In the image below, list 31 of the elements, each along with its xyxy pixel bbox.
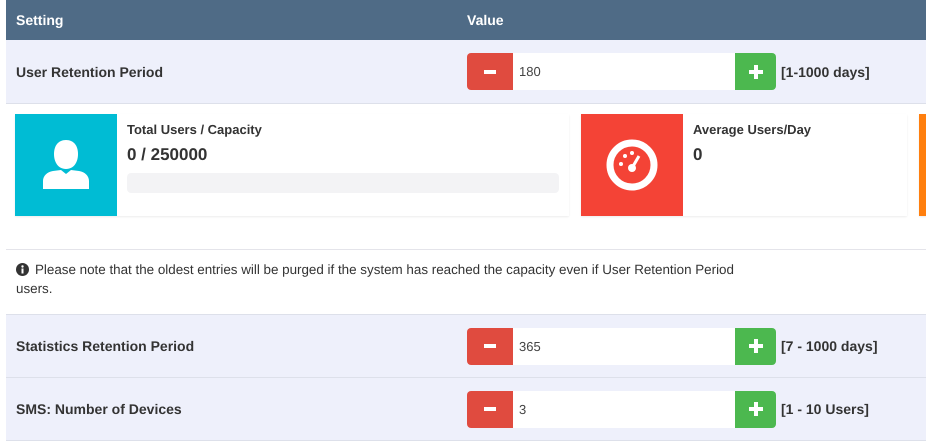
column-header: Value (467, 12, 504, 28)
increment-button[interactable] (735, 328, 776, 364)
stat-title: Total Users / Capacity (127, 122, 262, 137)
plus-icon (748, 402, 762, 416)
decrement-button[interactable] (467, 390, 513, 428)
note-text: Please note that the oldest entries will be purged if the system has reached the capacity even if User Retention Period (35, 262, 734, 277)
range-hint: [1-1000 days] (781, 64, 870, 80)
minus-icon (484, 70, 496, 74)
info-icon (16, 263, 29, 276)
stat-value: 0 / 250000 (127, 145, 208, 165)
gauge-icon (605, 138, 659, 192)
range-hint: [7 - 1000 days] (781, 338, 878, 354)
increment-button[interactable] (735, 390, 776, 428)
decrement-button[interactable] (467, 328, 513, 364)
setting-label: Statistics Retention Period (15, 338, 194, 354)
plus-icon (748, 339, 762, 353)
note-text: users. (16, 281, 52, 296)
input-field[interactable]: 180 (513, 53, 735, 90)
setting-label: SMS: Number of Devices (15, 401, 182, 417)
input-field[interactable]: 365 (513, 328, 735, 364)
stat-title: Average Users/Day (693, 122, 812, 137)
input-field[interactable]: 3 (513, 390, 735, 428)
stat-value: 0 (693, 145, 702, 165)
minus-icon (484, 407, 496, 411)
setting-label: User Retention Period (15, 64, 164, 80)
increment-button[interactable] (735, 53, 776, 90)
plus-icon (748, 64, 762, 78)
decrement-button[interactable] (467, 53, 513, 90)
column-header: Setting (15, 12, 64, 28)
range-hint: [1 - 10 Users] (781, 401, 869, 417)
minus-icon (484, 344, 496, 348)
